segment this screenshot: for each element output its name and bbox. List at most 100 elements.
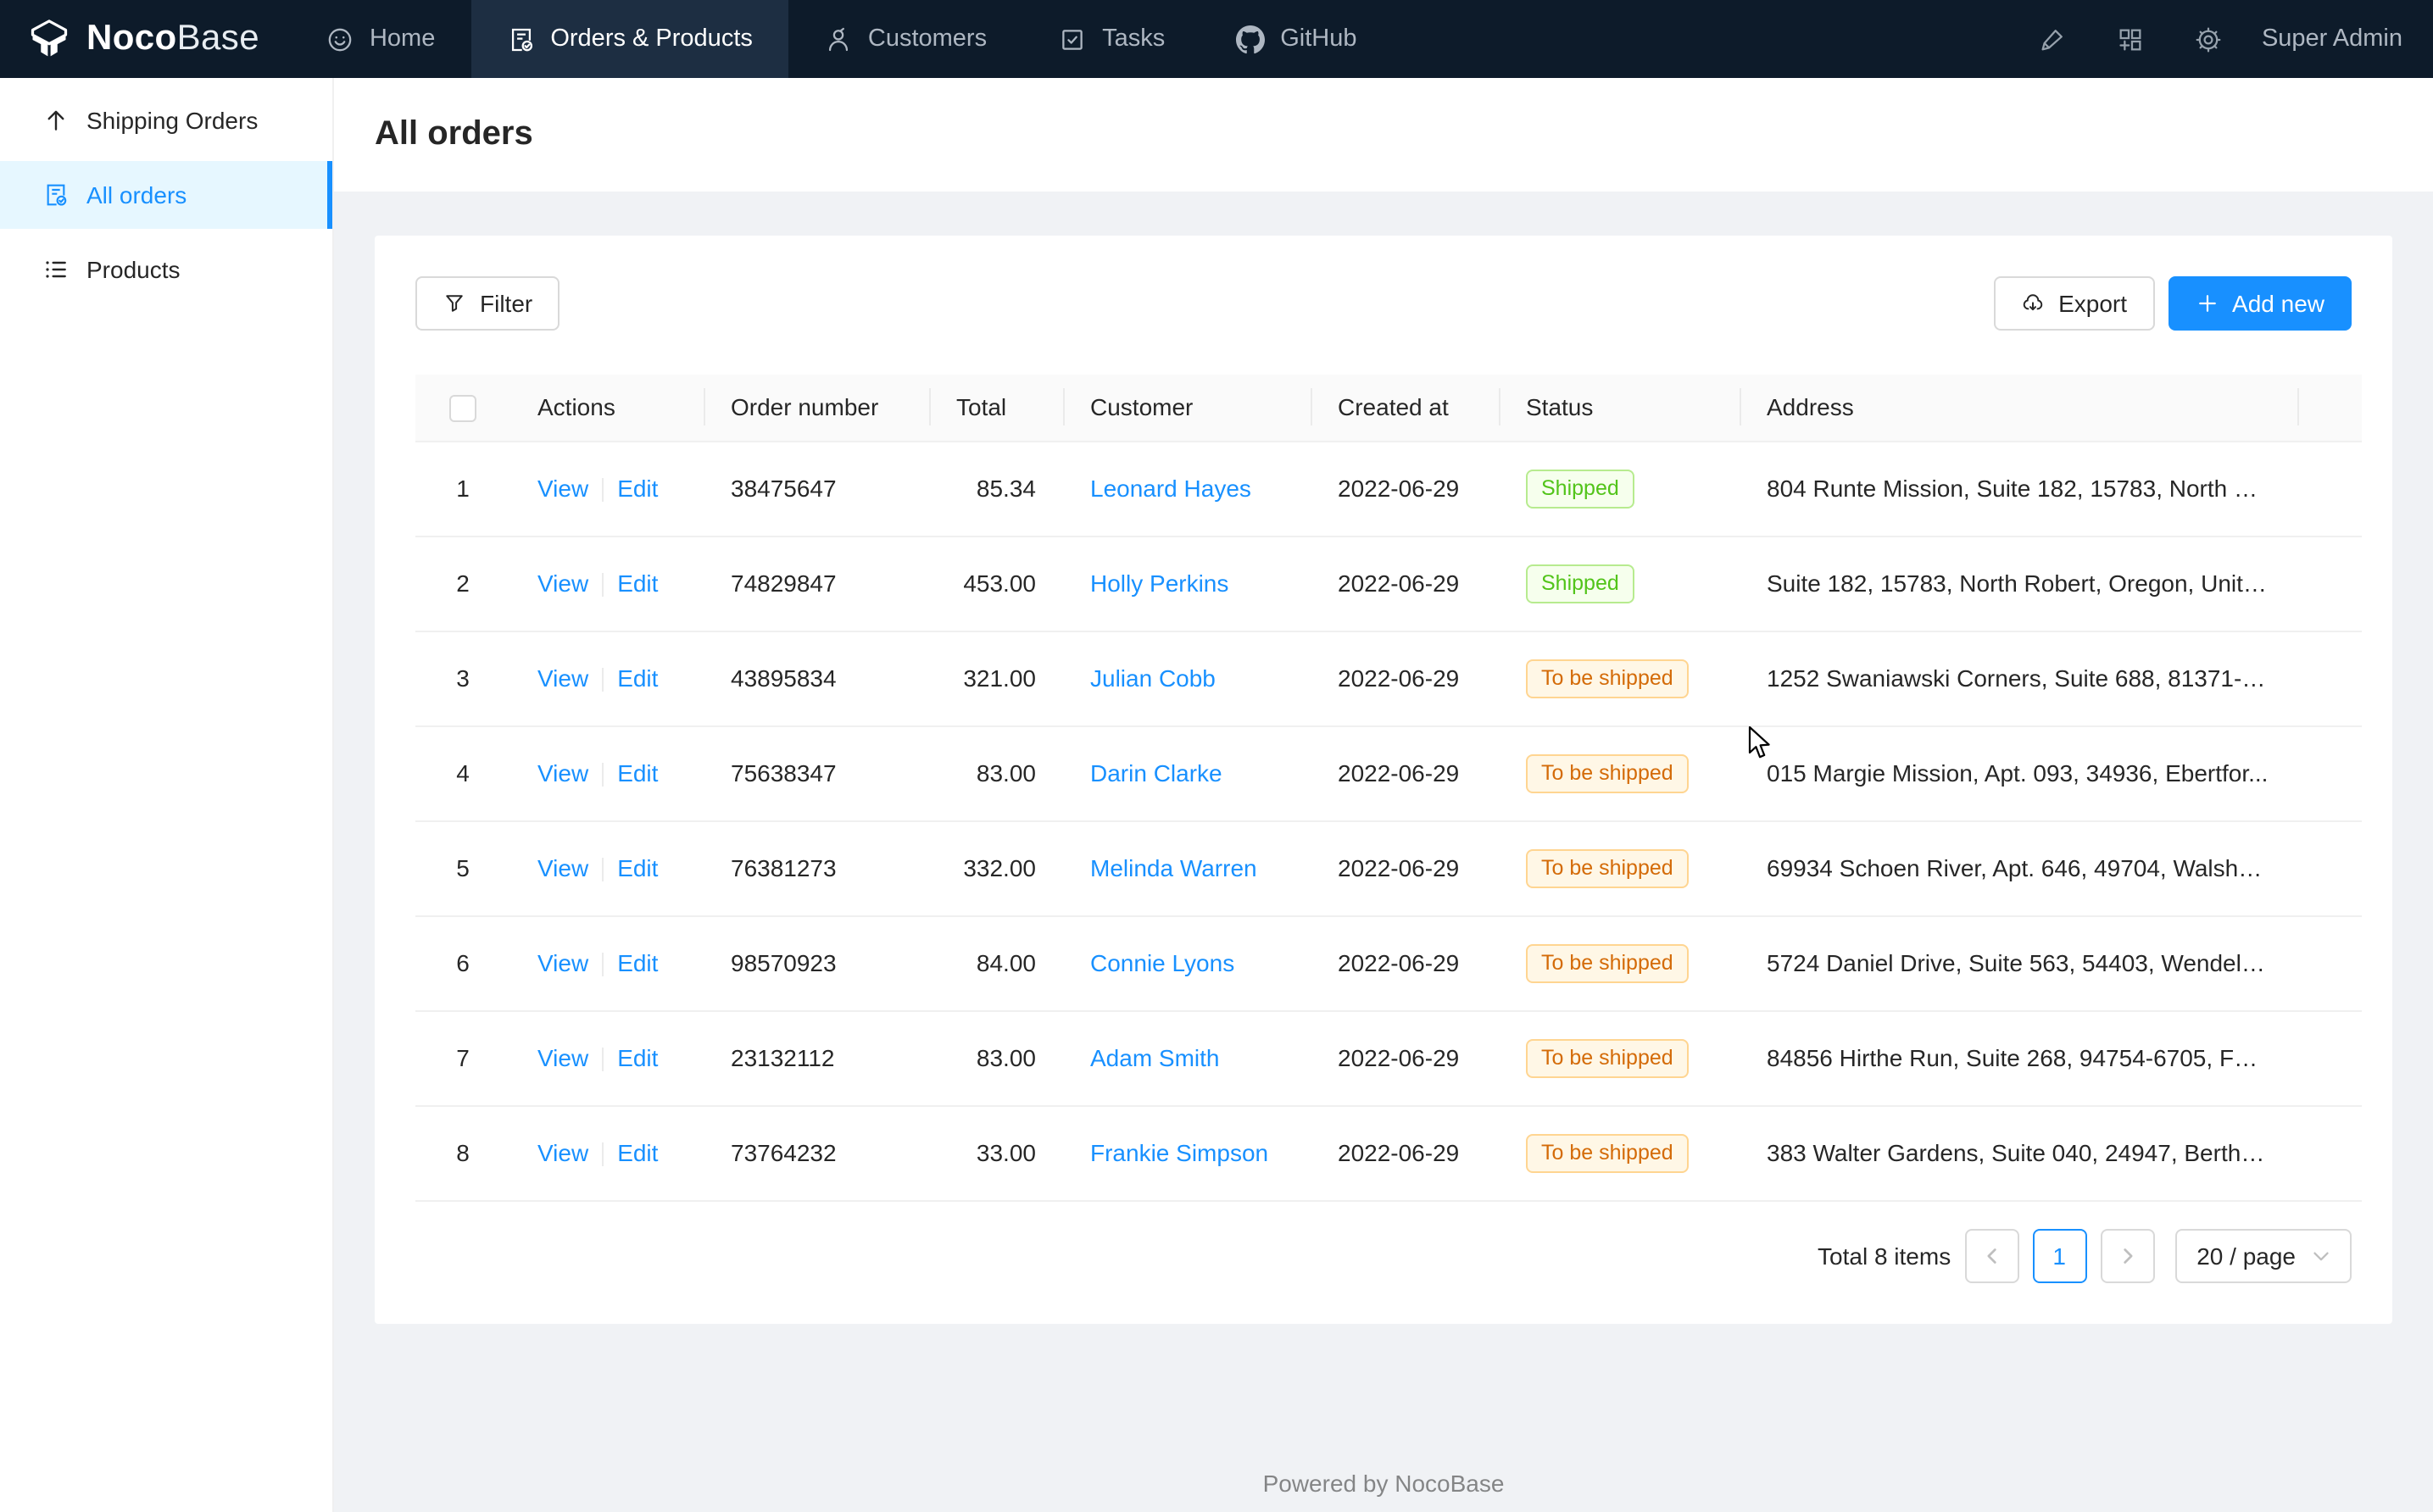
action-divider [602,478,604,502]
created-at-cell: 2022-06-29 [1311,1010,1499,1105]
nocobase-logo[interactable]: NocoBase [0,0,290,78]
table-row: 2 ViewEdit 74829847 453.00 Holly Perkins… [415,536,2362,631]
customer-link[interactable]: Adam Smith [1090,1044,1220,1071]
total-cell: 453.00 [929,536,1063,631]
edit-link[interactable]: Edit [617,1044,658,1071]
navbar-right-actions: Super Admin [2014,0,2433,78]
page-1-button[interactable]: 1 [2032,1228,2086,1282]
settings-button[interactable] [2170,0,2248,78]
select-all-checkbox[interactable] [449,395,476,422]
edit-link[interactable]: Edit [617,1139,658,1166]
created-at-cell: 2022-06-29 [1311,725,1499,820]
add-new-button[interactable]: Add new [2168,276,2352,331]
view-link[interactable]: View [537,1139,588,1166]
edit-link[interactable]: Edit [617,475,658,502]
created-at-cell: 2022-06-29 [1311,820,1499,915]
edit-link[interactable]: Edit [617,664,658,692]
view-link[interactable]: View [537,664,588,692]
row-index: 4 [456,759,470,787]
order-check-icon [506,25,535,53]
address-cell: 69934 Schoen River, Apt. 646, 49704, Wal… [1740,820,2297,915]
edit-link[interactable]: Edit [617,570,658,597]
action-divider [602,858,604,881]
column-header-actions: Actions [510,375,704,441]
nav-item-home[interactable]: Home [290,0,470,78]
table-row: 5 ViewEdit 76381273 332.00 Melinda Warre… [415,820,2362,915]
table-row: 7 ViewEdit 23132112 83.00 Adam Smith 202… [415,1010,2362,1105]
sidebar-item-products[interactable]: Products [0,236,332,303]
row-index: 5 [456,854,470,881]
next-page-button[interactable] [2100,1228,2154,1282]
table-row: 6 ViewEdit 98570923 84.00 Connie Lyons 2… [415,915,2362,1010]
customer-link[interactable]: Leonard Hayes [1090,475,1251,502]
sidebar-item-all-orders[interactable]: All orders [0,161,332,229]
customer-link[interactable]: Julian Cobb [1090,664,1216,692]
customer-link[interactable]: Melinda Warren [1090,854,1257,881]
nav-item-label: Orders & Products [550,25,753,53]
status-badge: Shipped [1526,469,1634,508]
sidebar-item-shipping-orders[interactable]: Shipping Orders [0,86,332,154]
customer-link[interactable]: Frankie Simpson [1090,1139,1268,1166]
order-number-cell: 75638347 [704,725,929,820]
export-button[interactable]: Export [1994,276,2154,331]
status-badge: Shipped [1526,564,1634,603]
status-badge: To be shipped [1526,659,1689,698]
edit-link[interactable]: Edit [617,759,658,787]
table-row: 1 ViewEdit 38475647 85.34 Leonard Hayes … [415,441,2362,536]
total-cell: 83.00 [929,1010,1063,1105]
view-link[interactable]: View [537,854,588,881]
total-cell: 33.00 [929,1105,1063,1200]
chevron-right-icon [2118,1247,2135,1264]
customer-link[interactable]: Holly Perkins [1090,570,1228,597]
nocobase-logo-icon [27,17,71,61]
nav-item-github[interactable]: GitHub [1200,0,1392,78]
edit-link[interactable]: Edit [617,949,658,976]
nav-item-tasks[interactable]: Tasks [1022,0,1200,78]
chevron-down-icon [2313,1247,2330,1264]
status-badge: To be shipped [1526,848,1689,887]
logo-text: NocoBase [86,19,259,59]
ui-editor-button[interactable] [2014,0,2092,78]
customer-link[interactable]: Darin Clarke [1090,759,1222,787]
action-divider [602,668,604,692]
customer-link[interactable]: Connie Lyons [1090,949,1234,976]
address-cell: 383 Walter Gardens, Suite 040, 24947, Be… [1740,1105,2297,1200]
view-link[interactable]: View [537,759,588,787]
order-number-cell: 74829847 [704,536,929,631]
address-cell: 84856 Hirthe Run, Suite 268, 94754-6705,… [1740,1010,2297,1105]
prev-page-button[interactable] [1964,1228,2018,1282]
action-divider [602,573,604,597]
edit-link[interactable]: Edit [617,854,658,881]
highlighter-icon [2039,25,2068,53]
filter-button[interactable]: Filter [415,276,560,331]
status-badge: To be shipped [1526,1038,1689,1077]
address-cell: 015 Margie Mission, Apt. 093, 34936, Ebe… [1740,725,2297,820]
row-index: 1 [456,475,470,502]
nav-item-orders-products[interactable]: Orders & Products [470,0,788,78]
row-index: 6 [456,949,470,976]
page-title: All orders [375,115,533,154]
github-icon [1236,25,1265,53]
cloud-download-icon [2021,292,2045,315]
nav-item-label: Home [370,25,435,53]
plugin-manager-button[interactable] [2092,0,2170,78]
order-check-icon [42,181,70,208]
nav-item-customers[interactable]: Customers [788,0,1022,78]
table-toolbar: Filter Export [415,276,2352,331]
nav-item-label: GitHub [1280,25,1356,53]
order-number-cell: 38475647 [704,441,929,536]
view-link[interactable]: View [537,570,588,597]
view-link[interactable]: View [537,949,588,976]
row-index: 3 [456,664,470,692]
page-header: All orders [334,78,2433,192]
page-size-select[interactable]: 20 / page [2174,1228,2352,1282]
view-link[interactable]: View [537,1044,588,1071]
order-number-cell: 23132112 [704,1010,929,1105]
order-number-cell: 98570923 [704,915,929,1010]
row-index: 8 [456,1139,470,1166]
blocks-add-icon [2117,25,2146,53]
current-user-menu[interactable]: Super Admin [2262,25,2402,53]
view-link[interactable]: View [537,475,588,502]
arrow-up-icon [42,107,70,134]
total-cell: 85.34 [929,441,1063,536]
